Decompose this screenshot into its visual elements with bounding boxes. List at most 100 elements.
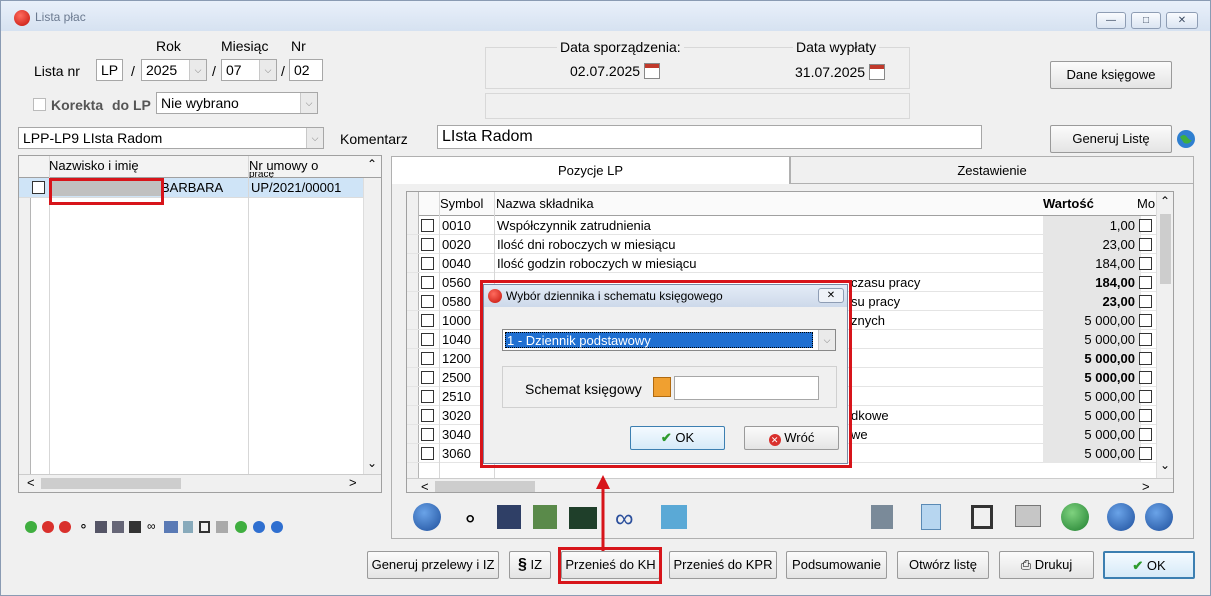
- calendar-icon[interactable]: [869, 64, 886, 80]
- scroll-left-icon[interactable]: <: [27, 475, 35, 490]
- document-icon[interactable]: [921, 504, 941, 530]
- chart-pie-icon[interactable]: [661, 505, 687, 529]
- chart-icon[interactable]: [164, 521, 178, 533]
- scroll-thumb[interactable]: [1160, 214, 1171, 284]
- sort-icon[interactable]: [112, 521, 124, 533]
- iz-button[interactable]: § IZ: [509, 551, 551, 579]
- scroll-down-icon[interactable]: ⌄: [367, 456, 377, 470]
- next-icon[interactable]: [1145, 503, 1173, 531]
- scroll-right-icon[interactable]: >: [349, 475, 357, 490]
- otworz-liste-button[interactable]: Otwórz listę: [897, 551, 989, 579]
- mo-checkbox[interactable]: [1139, 390, 1152, 403]
- row-checkbox[interactable]: [421, 295, 434, 308]
- mo-checkbox[interactable]: [1139, 371, 1152, 384]
- scroll-up-icon[interactable]: ⌃: [367, 157, 377, 171]
- mo-checkbox[interactable]: [1139, 428, 1152, 441]
- row-checkbox[interactable]: [421, 257, 434, 270]
- schemat-input[interactable]: [674, 376, 819, 400]
- scroll-left-icon[interactable]: <: [421, 479, 429, 492]
- scroll-down-icon[interactable]: ⌄: [1160, 458, 1170, 472]
- delete-icon[interactable]: [59, 521, 71, 533]
- row-checkbox[interactable]: [32, 181, 45, 194]
- generuj-liste-button[interactable]: Generuj Listę: [1050, 125, 1172, 153]
- generuj-przelewy-button[interactable]: Generuj przelewy i IZ: [367, 551, 499, 579]
- do-lp-select[interactable]: Nie wybrano ⌵: [156, 92, 318, 114]
- refresh-icon[interactable]: [235, 521, 247, 533]
- filter-icon[interactable]: [95, 521, 107, 533]
- przenies-do-kh-button[interactable]: Przenieś do KH: [561, 551, 660, 579]
- dane-ksiegowe-button[interactable]: Dane księgowe: [1050, 61, 1172, 89]
- row-checkbox[interactable]: [421, 314, 434, 327]
- copy-icon[interactable]: [216, 521, 228, 533]
- search-icon[interactable]: [413, 503, 441, 531]
- links-icon[interactable]: ∞: [615, 503, 634, 534]
- globe-icon[interactable]: [1175, 128, 1197, 150]
- scroll-right-icon[interactable]: >: [1142, 479, 1150, 492]
- podsumowanie-button[interactable]: Podsumowanie: [786, 551, 887, 579]
- mo-checkbox[interactable]: [1139, 314, 1152, 327]
- row-checkbox[interactable]: [421, 447, 434, 460]
- copy-icon[interactable]: [1015, 505, 1041, 527]
- prev-icon[interactable]: [253, 521, 265, 533]
- close-button[interactable]: ✕: [1166, 12, 1198, 29]
- scroll-thumb[interactable]: [435, 481, 535, 492]
- mo-checkbox[interactable]: [1139, 257, 1152, 270]
- edit-icon[interactable]: [533, 505, 557, 529]
- table-row[interactable]: 0040 Ilość godzin roboczych w miesiącu 184…: [407, 254, 1173, 273]
- row-checkbox[interactable]: [421, 428, 434, 441]
- korekta-checkbox[interactable]: [33, 98, 46, 111]
- miesiac-select[interactable]: 07 ⌵: [221, 59, 277, 81]
- data-sporzadzenia-field[interactable]: 02.07.2025: [570, 63, 661, 79]
- dziennik-select[interactable]: 1 - Dziennik podstawowy ⌵: [502, 329, 836, 351]
- row-checkbox[interactable]: [421, 219, 434, 232]
- table-row[interactable]: 0010 Współczynnik zatrudnienia 1,00: [407, 216, 1173, 235]
- row-checkbox[interactable]: [421, 276, 434, 289]
- row-checkbox[interactable]: [421, 333, 434, 346]
- schemat-select[interactable]: LPP-LP9 LIsta Radom ⌵: [18, 127, 324, 149]
- mo-checkbox[interactable]: [1139, 219, 1152, 232]
- next-icon[interactable]: [271, 521, 283, 533]
- dialog-close-button[interactable]: ✕: [818, 288, 844, 303]
- horizontal-scrollbar[interactable]: < >: [19, 474, 381, 492]
- calendar-icon[interactable]: [644, 63, 661, 79]
- row-checkbox[interactable]: [421, 238, 434, 251]
- add-icon[interactable]: [25, 521, 37, 533]
- table-row[interactable]: 0020 Ilość dni roboczych w miesiącu 23,00: [407, 235, 1173, 254]
- mo-checkbox[interactable]: [1139, 238, 1152, 251]
- vertical-scrollbar[interactable]: ⌄: [363, 178, 381, 474]
- ok-button[interactable]: ✔ OK: [1103, 551, 1195, 579]
- mo-checkbox[interactable]: [1139, 352, 1152, 365]
- table-row[interactable]: BARBARA UP/2021/00001: [19, 178, 381, 198]
- minimize-button[interactable]: —: [1096, 12, 1126, 29]
- document-icon[interactable]: [183, 521, 193, 533]
- mo-checkbox[interactable]: [1139, 295, 1152, 308]
- row-checkbox[interactable]: [421, 352, 434, 365]
- prev-icon[interactable]: [1107, 503, 1135, 531]
- vertical-scrollbar[interactable]: ⌃ ⌄: [1156, 192, 1173, 478]
- binoculars-icon[interactable]: ⚬: [78, 519, 89, 535]
- save-icon[interactable]: [971, 505, 993, 529]
- mo-checkbox[interactable]: [1139, 276, 1152, 289]
- remove-icon[interactable]: [42, 521, 54, 533]
- links-icon[interactable]: ∞: [147, 519, 156, 533]
- row-checkbox[interactable]: [421, 390, 434, 403]
- row-checkbox[interactable]: [421, 371, 434, 384]
- binoculars-icon[interactable]: ⚬: [461, 507, 479, 533]
- calculator-icon[interactable]: [129, 521, 141, 533]
- rok-select[interactable]: 2025 ⌵: [141, 59, 207, 81]
- nr-field[interactable]: 02: [289, 59, 323, 81]
- maximize-button[interactable]: □: [1131, 12, 1161, 29]
- refresh-icon[interactable]: [1061, 503, 1089, 531]
- przenies-do-kpr-button[interactable]: Przenieś do KPR: [669, 551, 777, 579]
- mo-checkbox[interactable]: [1139, 409, 1152, 422]
- filter-icon[interactable]: [497, 505, 521, 529]
- bar-chart-icon[interactable]: [871, 505, 893, 529]
- schemat-picker-icon[interactable]: [653, 377, 671, 397]
- data-wyplaty-field[interactable]: 31.07.2025: [795, 64, 886, 80]
- komentarz-input[interactable]: LIsta Radom: [437, 125, 982, 149]
- save-icon[interactable]: [199, 521, 210, 533]
- drukuj-button[interactable]: ⎙ Drukuj: [999, 551, 1094, 579]
- tab-zestawienie[interactable]: Zestawienie: [790, 156, 1194, 184]
- dialog-ok-button[interactable]: ✔ OK: [630, 426, 725, 450]
- lp-field[interactable]: LP: [96, 59, 123, 81]
